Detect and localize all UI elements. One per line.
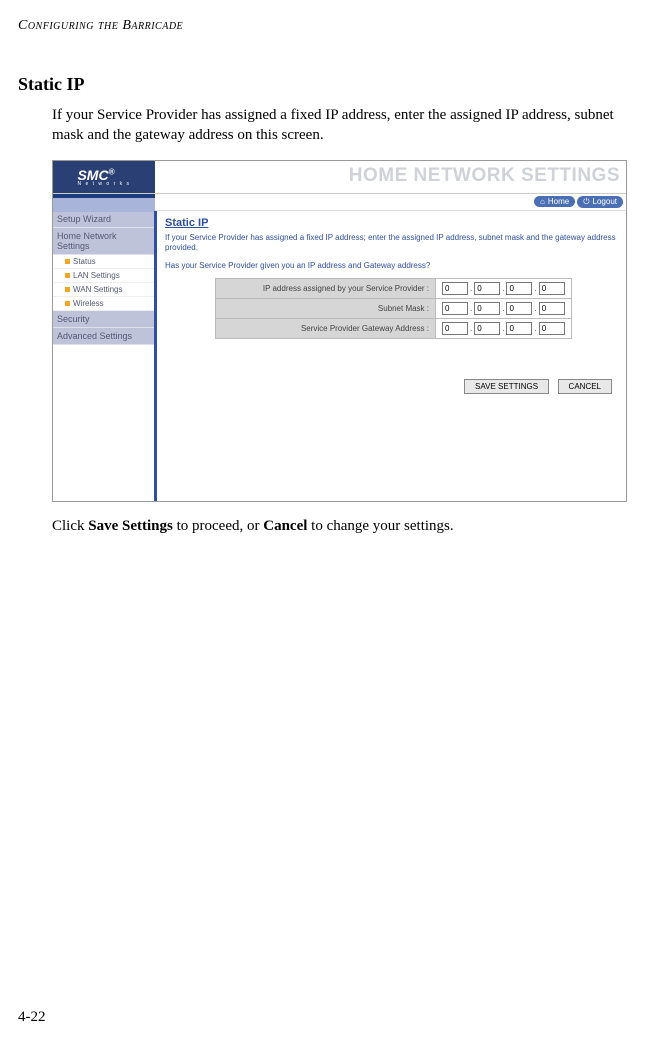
sidebar-item-advanced[interactable]: Advanced Settings (53, 328, 154, 345)
subnet-octet-1[interactable] (442, 302, 468, 315)
content-heading: Static IP (165, 217, 618, 229)
row-value-ip: ... (436, 279, 572, 299)
bullet-icon (65, 273, 70, 278)
ip-octet-2[interactable] (474, 282, 500, 295)
bullet-icon (65, 259, 70, 264)
ip-octet-3[interactable] (506, 282, 532, 295)
ip-form-table: IP address assigned by your Service Prov… (215, 278, 572, 339)
ip-octet-1[interactable] (442, 282, 468, 295)
row-value-subnet: ... (436, 299, 572, 319)
section-title: Static IP (0, 34, 650, 95)
utility-bar: ⌂ Home ⏻ Logout (53, 193, 626, 211)
banner-title: HOME NETWORK SETTINGS (155, 161, 626, 193)
home-icon: ⌂ (540, 197, 545, 206)
save-settings-button[interactable]: SAVE SETTINGS (464, 379, 549, 394)
content-question: Has your Service Provider given you an I… (165, 261, 618, 270)
table-row: IP address assigned by your Service Prov… (216, 279, 572, 299)
ui-body: Setup Wizard Home Network Settings Statu… (53, 211, 626, 501)
home-link[interactable]: ⌂ Home (534, 196, 575, 207)
sidebar-item-wireless[interactable]: Wireless (53, 297, 154, 311)
ip-octet-4[interactable] (539, 282, 565, 295)
gw-octet-2[interactable] (474, 322, 500, 335)
sidebar-item-wan[interactable]: WAN Settings (53, 283, 154, 297)
page-number: 4-22 (18, 1009, 46, 1026)
content-pane: Static IP If your Service Provider has a… (154, 211, 626, 501)
subnet-octet-3[interactable] (506, 302, 532, 315)
router-admin-screenshot: SMC® N e t w o r k s HOME NETWORK SETTIN… (52, 160, 627, 502)
logo-subtext: N e t w o r k s (77, 181, 130, 187)
banner: SMC® N e t w o r k s HOME NETWORK SETTIN… (53, 161, 626, 193)
logout-icon: ⏻ (583, 197, 589, 207)
subnet-octet-2[interactable] (474, 302, 500, 315)
cancel-button[interactable]: CANCEL (558, 379, 612, 394)
row-label-subnet: Subnet Mask : (216, 299, 436, 319)
registered-icon: ® (109, 167, 115, 176)
header-text: Configuring the Barricade (18, 18, 183, 33)
row-value-gateway: ... (436, 319, 572, 339)
table-row: Subnet Mask : ... (216, 299, 572, 319)
row-label-ip: IP address assigned by your Service Prov… (216, 279, 436, 299)
bullet-icon (65, 287, 70, 292)
sidebar: Setup Wizard Home Network Settings Statu… (53, 211, 155, 501)
bullet-icon (65, 301, 70, 306)
sidebar-item-status[interactable]: Status (53, 255, 154, 269)
button-row: SAVE SETTINGS CANCEL (165, 339, 618, 394)
content-description: If your Service Provider has assigned a … (165, 233, 618, 254)
row-label-gateway: Service Provider Gateway Address : (216, 319, 436, 339)
table-row: Service Provider Gateway Address : ... (216, 319, 572, 339)
sidebar-item-lan[interactable]: LAN Settings (53, 269, 154, 283)
sidebar-item-security[interactable]: Security (53, 311, 154, 328)
gw-octet-1[interactable] (442, 322, 468, 335)
gw-octet-3[interactable] (506, 322, 532, 335)
util-left-stripe (53, 194, 155, 211)
smc-logo: SMC® N e t w o r k s (53, 161, 155, 193)
home-label: Home (548, 197, 569, 206)
running-header: Configuring the Barricade (0, 0, 650, 34)
logout-link[interactable]: ⏻ Logout (577, 196, 623, 208)
intro-paragraph: If your Service Provider has assigned a … (0, 95, 650, 146)
gw-octet-4[interactable] (539, 322, 565, 335)
subnet-octet-4[interactable] (539, 302, 565, 315)
logout-label: Logout (593, 197, 617, 206)
sidebar-item-home-network[interactable]: Home Network Settings (53, 228, 154, 255)
sidebar-item-setup-wizard[interactable]: Setup Wizard (53, 211, 154, 228)
outro-paragraph: Click Save Settings to proceed, or Cance… (0, 502, 650, 536)
